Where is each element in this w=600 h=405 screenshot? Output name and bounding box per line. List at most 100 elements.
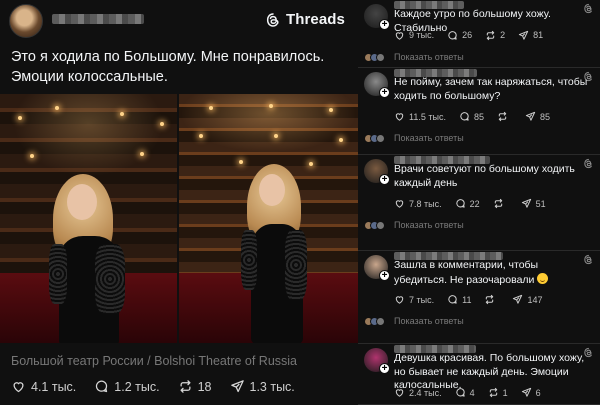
reply-repost-count: 2 [500, 30, 506, 40]
reply-item[interactable]: + Не пойму, зачем так наряжаться, чтобы х… [358, 68, 600, 155]
show-replies-link[interactable]: Показать ответы [394, 220, 464, 230]
send-icon [513, 294, 523, 304]
reply-share-count: 147 [527, 294, 543, 305]
comment-bubble-icon [455, 388, 465, 397]
like-button[interactable]: 4.1 тыс. [11, 379, 76, 394]
reply-comment-button[interactable]: 22 [455, 198, 480, 209]
reply-actions: 7.8 тыс. 22 51 [394, 198, 546, 209]
repost-icon [494, 198, 502, 209]
threads-logo-icon [266, 12, 279, 27]
follow-plus-icon[interactable]: + [379, 174, 390, 185]
reply-comment-button[interactable]: 26 [447, 30, 472, 41]
heart-icon [395, 31, 404, 40]
reply-like-button[interactable]: 9 тыс. [394, 30, 434, 41]
like-count: 4.1 тыс. [31, 379, 77, 394]
follow-plus-icon[interactable]: + [379, 270, 390, 281]
share-button[interactable]: 1.3 тыс. [230, 379, 295, 394]
comment-button[interactable]: 1.2 тыс. [94, 379, 160, 394]
threads-brand-name: Threads [285, 11, 345, 28]
reply-repost-button[interactable]: 1 [488, 387, 508, 398]
post-photo-1[interactable] [0, 94, 177, 343]
reply-share-count: 81 [533, 30, 544, 40]
reply-comment-count: 26 [462, 30, 473, 40]
repost-icon [486, 294, 494, 305]
reply-comment-count: 11 [462, 294, 472, 305]
reply-like-button[interactable]: 2.4 тыс. [394, 387, 442, 398]
reply-repost-button[interactable] [493, 198, 508, 209]
reply-comment-count: 22 [469, 198, 480, 209]
photo-caption-location[interactable]: Большой театр России / Bolshoi Theatre o… [11, 354, 297, 368]
reply-actions: 9 тыс. 26 2 81 [394, 30, 543, 41]
reply-repost-button[interactable] [484, 294, 499, 305]
reply-item[interactable]: + Каждое утро по большому хожу. Стабильно… [358, 0, 600, 68]
threads-brand: Threads [265, 11, 345, 28]
reply-share-button[interactable]: 6 [521, 387, 541, 398]
show-replies-link[interactable]: Показать ответы [394, 316, 464, 326]
reply-repost-button[interactable] [497, 111, 512, 122]
reply-share-count: 51 [535, 198, 546, 209]
reply-avatars-stack [364, 221, 385, 230]
reply-avatars-stack [364, 134, 385, 143]
heart-icon [395, 200, 404, 208]
post-actions: 4.1 тыс. 1.2 тыс. 18 1.3 тыс. [11, 379, 295, 394]
reply-comment-button[interactable]: 85 [459, 111, 484, 122]
reply-like-count: 11.5 тыс. [409, 111, 446, 122]
comment-bubble-icon [460, 112, 469, 121]
reply-actions: 11.5 тыс. 85 85 [394, 111, 550, 122]
reply-repost-count: 1 [502, 387, 508, 398]
reply-text: Врачи советуют по большому ходить каждый… [394, 163, 575, 189]
post-text-line-1: Это я ходила по Большому. Мне понравилос… [11, 49, 325, 65]
reply-share-button[interactable]: 85 [525, 111, 550, 122]
comment-bubble-icon [455, 199, 465, 208]
reply-comment-button[interactable]: 4 [455, 387, 475, 398]
post-text-line-2: Эмоции колоссальные. [11, 69, 168, 85]
reply-comment-count: 4 [469, 387, 475, 398]
repost-button[interactable]: 18 [178, 379, 212, 394]
post-header: Threads [0, 0, 358, 44]
send-icon [525, 111, 536, 121]
show-replies-link[interactable]: Показать ответы [394, 133, 464, 143]
reply-share-button[interactable]: 51 [521, 198, 546, 209]
post-text: Это я ходила по Большому. Мне понравилос… [11, 47, 351, 87]
reply-text: Не пойму, зачем так наряжаться, чтобы хо… [394, 76, 588, 102]
reply-like-count: 2.4 тыс. [409, 387, 442, 398]
comment-count: 1.2 тыс. [114, 379, 160, 394]
replies-panel: + Каждое утро по большому хожу. Стабильно… [358, 0, 600, 405]
author-username-blurred[interactable] [52, 14, 144, 24]
follow-plus-icon[interactable]: + [379, 87, 390, 98]
follow-plus-icon[interactable]: + [379, 19, 390, 30]
heart-icon [395, 113, 404, 121]
reply-like-button[interactable]: 11.5 тыс. [394, 111, 446, 122]
repost-icon [489, 387, 497, 398]
reply-comment-count: 85 [473, 111, 484, 122]
reply-share-button[interactable]: 147 [512, 294, 542, 305]
send-icon [521, 198, 531, 208]
author-avatar[interactable] [9, 4, 43, 38]
comment-bubble-icon [448, 295, 457, 304]
reply-avatars-stack [364, 52, 385, 62]
share-count: 1.3 тыс. [249, 379, 295, 394]
reply-like-count: 7 тыс. [409, 294, 435, 305]
reply-item[interactable]: + Врачи советуют по большому ходить кажды… [358, 155, 600, 251]
repost-count: 18 [197, 379, 212, 394]
heart-icon [13, 382, 24, 393]
repost-icon [180, 380, 191, 393]
follow-plus-icon[interactable]: + [379, 363, 390, 374]
post-photos [0, 94, 358, 343]
main-post: Threads Это я ходила по Большому. Мне по… [0, 0, 358, 405]
reply-repost-button[interactable]: 2 [485, 30, 505, 41]
reply-comment-button[interactable]: 11 [447, 294, 471, 305]
send-icon [519, 30, 529, 40]
post-photo-2[interactable] [179, 94, 358, 343]
reply-item[interactable]: + Девушка красивая. По большому хожу, но … [358, 344, 600, 405]
reply-like-button[interactable]: 7.8 тыс. [394, 198, 442, 209]
comment-bubble-icon [96, 380, 108, 393]
show-replies-link[interactable]: Показать ответы [394, 52, 464, 62]
send-icon [230, 380, 244, 393]
send-icon [521, 387, 531, 397]
reply-share-button[interactable]: 81 [518, 30, 543, 41]
reply-item[interactable]: + Зашла в комментарии, чтобы убедиться. Н… [358, 251, 600, 344]
reply-like-button[interactable]: 7 тыс. [394, 294, 434, 305]
repost-icon [486, 30, 495, 40]
comment-bubble-icon [448, 30, 457, 40]
